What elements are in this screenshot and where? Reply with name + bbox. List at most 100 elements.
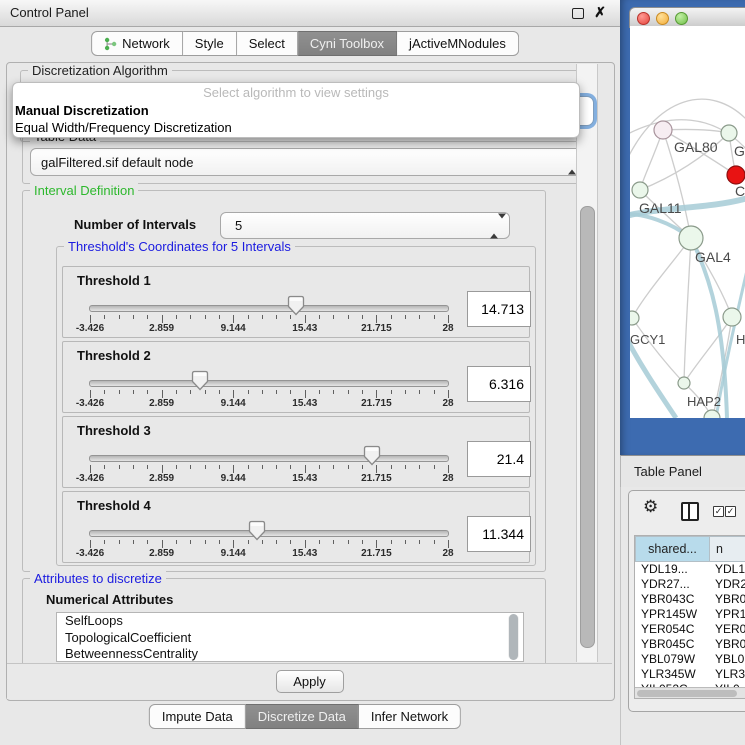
network-node[interactable] (679, 226, 703, 250)
tick-label: -3.426 (76, 548, 104, 559)
close-traffic-light[interactable] (637, 12, 650, 25)
network-node[interactable] (678, 377, 690, 389)
tick-mark (205, 315, 206, 319)
threshold-value-field[interactable]: 6.316 (467, 366, 531, 402)
tick-mark (333, 465, 334, 469)
slider-thumb[interactable] (191, 370, 209, 391)
table-row[interactable]: YBL079WYBL0 (635, 652, 745, 667)
network-node[interactable] (723, 308, 741, 326)
checkbox-icon[interactable]: ✓ (725, 506, 736, 517)
network-icon (104, 37, 117, 51)
tick-label: 2.859 (149, 473, 174, 484)
tick-mark (348, 315, 349, 319)
threshold-value-field[interactable]: 21.4 (467, 441, 531, 477)
cell-name: YDR2 (715, 577, 745, 591)
tick-mark (290, 540, 291, 544)
threshold-value-field[interactable]: 11.344 (467, 516, 531, 552)
network-node[interactable] (632, 182, 648, 198)
tick-mark (333, 540, 334, 544)
tick-mark (305, 315, 306, 323)
tick-mark (104, 390, 105, 394)
network-window-titlebar[interactable] (629, 7, 745, 28)
tick-label: 21.715 (361, 548, 392, 559)
table-horizontal-scrollbar[interactable] (635, 687, 745, 698)
tick-mark (90, 315, 91, 323)
tick-mark (376, 465, 377, 473)
algorithm-dropdown-popup: Select algorithm to view settings Manual… (12, 82, 580, 138)
tick-mark (448, 465, 449, 473)
algorithm-option-manual[interactable]: Manual Discretization (13, 102, 579, 119)
close-icon[interactable]: ✗ (594, 4, 606, 21)
network-node[interactable] (654, 121, 672, 139)
number-of-intervals-spinner[interactable]: 5 (220, 212, 510, 239)
slider-thumb[interactable] (287, 295, 305, 316)
table-row[interactable]: YBR045CYBR0 (635, 637, 745, 652)
checkbox-icon[interactable]: ✓ (713, 506, 724, 517)
panel-scrollbar[interactable] (576, 64, 598, 662)
network-node-label: H (736, 332, 745, 347)
slider-thumb[interactable] (248, 520, 266, 541)
cell-shared-name: YDL19... (641, 562, 688, 576)
table-data-combobox[interactable]: galFiltered.sif default node (30, 148, 588, 176)
tick-mark (147, 315, 148, 319)
network-node-label: GCY1 (630, 332, 665, 347)
tick-mark (119, 315, 120, 319)
zoom-traffic-light[interactable] (675, 12, 688, 25)
network-view-canvas[interactable]: GAL80GCGAL11GAL4GCY1HHAP2 (630, 26, 745, 418)
table-row[interactable]: YLR345WYLR3 (635, 667, 745, 682)
minimize-traffic-light[interactable] (656, 12, 669, 25)
tick-label: 21.715 (361, 323, 392, 334)
tab-select[interactable]: Select (237, 31, 298, 56)
slider-track[interactable] (89, 380, 449, 387)
list-scrollbar[interactable] (508, 614, 519, 660)
table-row[interactable]: YBR043CYBR0 (635, 592, 745, 607)
tick-label: -3.426 (76, 398, 104, 409)
attribute-list-item[interactable]: SelfLoops (57, 613, 523, 630)
tab-cyni-toolbox-label: Cyni Toolbox (310, 36, 384, 51)
tab-impute-data[interactable]: Impute Data (149, 704, 246, 729)
attribute-list-item[interactable]: BetweennessCentrality (57, 646, 523, 662)
threshold-4-panel: Threshold 4-3.4262.8599.14415.4321.71528… (62, 491, 530, 563)
table-row[interactable]: YPR145WYPR1 (635, 607, 745, 622)
column-layout-icon[interactable] (681, 502, 699, 521)
numerical-attributes-list[interactable]: SelfLoopsTopologicalCoefficientBetweenne… (56, 612, 524, 662)
column-header-name[interactable]: n (709, 536, 745, 562)
float-window-icon[interactable] (572, 8, 584, 19)
algorithm-option-equal-width[interactable]: Equal Width/Frequency Discretization (13, 119, 579, 136)
tick-mark (233, 540, 234, 548)
slider-track[interactable] (89, 455, 449, 462)
network-node[interactable] (630, 311, 639, 325)
table-row[interactable]: YDL19...YDL1 (635, 562, 745, 577)
threshold-1-panel: Threshold 1-3.4262.8599.14415.4321.71528… (62, 266, 530, 338)
tab-jactivemnodules[interactable]: jActiveMNodules (397, 31, 519, 56)
tab-infer-network[interactable]: Infer Network (359, 704, 461, 729)
threshold-value-field[interactable]: 14.713 (467, 291, 531, 327)
network-node-label: HAP2 (687, 394, 721, 409)
tick-label: 21.715 (361, 398, 392, 409)
algorithm-placeholder-option[interactable]: Select algorithm to view settings (13, 83, 579, 102)
apply-button[interactable]: Apply (276, 670, 344, 693)
tab-network[interactable]: Network (91, 31, 183, 56)
tick-label: 15.43 (292, 548, 317, 559)
tab-cyni-toolbox[interactable]: Cyni Toolbox (298, 31, 397, 56)
tick-mark (419, 315, 420, 319)
tick-mark (104, 540, 105, 544)
tab-style[interactable]: Style (183, 31, 237, 56)
column-header-shared-name[interactable]: shared... (635, 536, 710, 562)
slider-thumb[interactable] (363, 445, 381, 466)
table-row[interactable]: YER054CYER0 (635, 622, 745, 637)
tick-mark (333, 315, 334, 319)
gear-icon[interactable]: ⚙ (643, 497, 658, 517)
attribute-list-item[interactable]: TopologicalCoefficient (57, 630, 523, 647)
node-table: shared... n YDL19...YDL1YDR27...YDR2YBR0… (634, 535, 745, 699)
tick-mark (362, 315, 363, 319)
table-row[interactable]: YDR27...YDR2 (635, 577, 745, 592)
tab-discretize-data[interactable]: Discretize Data (246, 704, 359, 729)
network-node[interactable] (721, 125, 737, 141)
slider-track[interactable] (89, 530, 449, 537)
network-node[interactable] (727, 166, 745, 184)
tick-label: 9.144 (221, 473, 246, 484)
slider-track[interactable] (89, 305, 449, 312)
cell-shared-name: YLR345W (641, 667, 696, 681)
control-panel-titlebar: Control Panel ✗ (0, 0, 620, 27)
